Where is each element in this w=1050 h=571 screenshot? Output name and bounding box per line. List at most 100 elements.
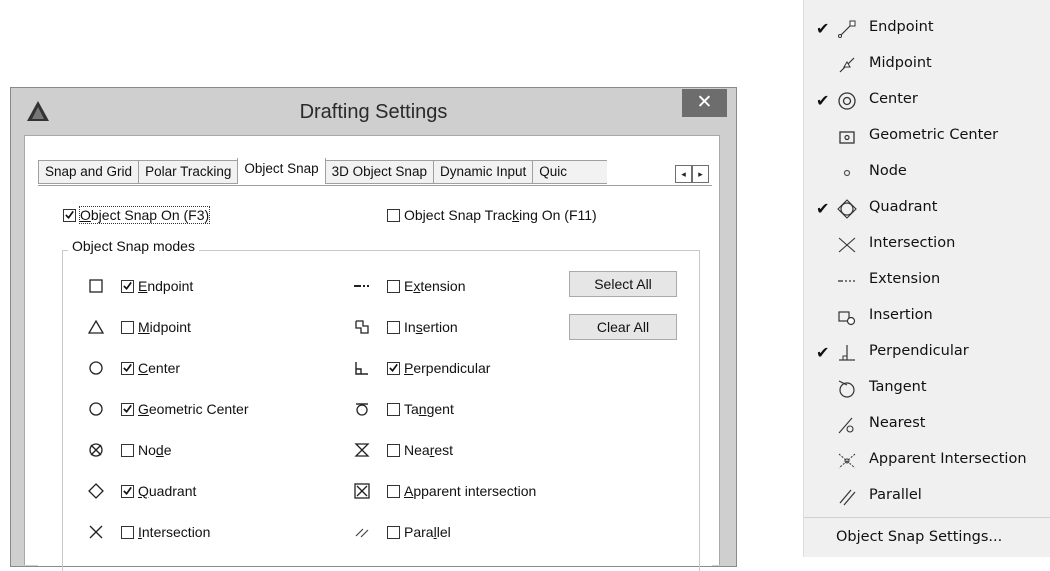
- close-button[interactable]: ✕: [682, 89, 727, 117]
- menu-item-midpoint[interactable]: Midpoint: [804, 47, 1050, 83]
- object-snap-settings-menu-item[interactable]: Object Snap Settings...: [836, 529, 1002, 545]
- tab-quic[interactable]: Quic: [532, 160, 608, 184]
- checkbox[interactable]: [387, 443, 400, 457]
- endpoint-icon: [837, 19, 857, 39]
- checkbox[interactable]: [387, 208, 400, 222]
- quadrant-icon: [837, 199, 857, 219]
- menu-item-endpoint[interactable]: ✔ Endpoint: [804, 11, 1050, 47]
- checkbox-label: Object Snap On (F3): [78, 206, 211, 224]
- checkbox-label: Insertion: [404, 319, 458, 335]
- checkbox-label: Nearest: [404, 442, 454, 458]
- menu-item-nearest[interactable]: Nearest: [804, 407, 1050, 443]
- checkbox[interactable]: [387, 484, 400, 498]
- object-snap-tracking-checkbox[interactable]: Object Snap Tracking On (F11): [387, 207, 597, 223]
- menu-item-label: Parallel: [869, 487, 922, 503]
- menu-item-label: Perpendicular: [869, 343, 969, 359]
- tab-scroll-right-button[interactable]: ▸: [692, 165, 709, 183]
- checkbox-label: Midpoint: [138, 319, 191, 335]
- checkbox-label: Endpoint: [138, 278, 194, 294]
- checkbox[interactable]: [387, 279, 400, 293]
- tab-3d-object-snap[interactable]: 3D Object Snap: [325, 160, 433, 184]
- midpoint-icon: [837, 55, 857, 75]
- title-bar[interactable]: Drafting Settings ✕: [11, 88, 736, 134]
- checkbox[interactable]: [387, 361, 400, 375]
- checkbox-label: Object Snap Tracking On (F11): [404, 207, 597, 223]
- menu-item-parallel[interactable]: Parallel: [804, 479, 1050, 515]
- tab-polar-tracking[interactable]: Polar Tracking: [138, 160, 238, 184]
- intersection-icon: [837, 235, 857, 255]
- checkbox[interactable]: [387, 525, 400, 539]
- checkbox[interactable]: [121, 443, 134, 457]
- snap-mode-endpoint-checkbox[interactable]: Endpoint: [121, 278, 193, 294]
- tab-object-snap[interactable]: Object Snap: [237, 158, 326, 184]
- dialog-title: Drafting Settings: [299, 101, 448, 123]
- snap-mode-intersection-checkbox[interactable]: Intersection: [121, 524, 210, 540]
- snap-mode-nearest-checkbox[interactable]: Nearest: [387, 442, 453, 458]
- tab-strip: Snap and Grid Polar Tracking Object Snap 3D…: [38, 158, 690, 188]
- menu-item-label: Midpoint: [869, 55, 932, 71]
- snap-mode-extension-checkbox[interactable]: Extension: [387, 278, 466, 294]
- menu-item-label: Nearest: [869, 415, 926, 431]
- checkmark-icon: ✔: [816, 19, 830, 38]
- menu-item-insertion[interactable]: Insertion: [804, 299, 1050, 335]
- menu-item-quadrant[interactable]: ✔ Quadrant: [804, 191, 1050, 227]
- x-icon: [87, 523, 105, 541]
- tab-dynamic-input[interactable]: Dynamic Input: [432, 160, 533, 184]
- node-icon: [837, 163, 857, 183]
- menu-item-geometric-center[interactable]: Geometric Center: [804, 119, 1050, 155]
- checkbox[interactable]: [121, 402, 134, 416]
- insertion-icon: [837, 307, 857, 327]
- clear-all-button[interactable]: Clear All: [569, 314, 677, 340]
- group-title: Object Snap modes: [68, 238, 199, 254]
- menu-item-center[interactable]: ✔ Center: [804, 83, 1050, 119]
- checkmark-icon: ✔: [816, 343, 830, 362]
- menu-item-perpendicular[interactable]: ✔ Perpendicular: [804, 335, 1050, 371]
- checkbox[interactable]: [121, 279, 134, 293]
- parallel-icon: [837, 487, 857, 507]
- snap-mode-midpoint-checkbox[interactable]: Midpoint: [121, 319, 191, 335]
- apparent-intersection-icon: [837, 451, 857, 471]
- select-all-button[interactable]: Select All: [569, 271, 677, 297]
- menu-item-label: Extension: [869, 271, 941, 287]
- checkbox[interactable]: [121, 320, 134, 334]
- nearest-icon: [837, 415, 857, 435]
- snap-mode-quadrant-checkbox[interactable]: Quadrant: [121, 483, 196, 499]
- node-icon: [87, 441, 105, 459]
- square-icon: [87, 277, 105, 295]
- menu-separator: [804, 517, 1050, 518]
- menu-item-node[interactable]: Node: [804, 155, 1050, 191]
- checkbox[interactable]: [387, 320, 400, 334]
- snap-mode-parallel-checkbox[interactable]: Parallel: [387, 524, 451, 540]
- checkbox-label: Tangent: [404, 401, 454, 417]
- checkbox-label: Apparent intersection: [404, 483, 537, 499]
- snap-mode-apparent-intersection-checkbox[interactable]: Apparent intersection: [387, 483, 536, 499]
- snap-mode-tangent-checkbox[interactable]: Tangent: [387, 401, 454, 417]
- object-snap-context-menu: Object Snap Settings... ✔ Endpoint Midpoin…: [803, 0, 1050, 557]
- menu-item-label: Insertion: [869, 307, 933, 323]
- menu-item-tangent[interactable]: Tangent: [804, 371, 1050, 407]
- checkbox[interactable]: [387, 402, 400, 416]
- menu-item-extension[interactable]: Extension: [804, 263, 1050, 299]
- center-icon: [837, 91, 857, 111]
- snap-mode-node-checkbox[interactable]: Node: [121, 442, 172, 458]
- checkbox-label: Geometric Center: [138, 401, 249, 417]
- checkbox-label: Center: [138, 360, 181, 376]
- menu-item-apparent-intersection[interactable]: Apparent Intersection: [804, 443, 1050, 479]
- object-snap-on-checkbox[interactable]: Object Snap On (F3): [63, 206, 211, 224]
- geometric-center-icon: [837, 127, 857, 147]
- checkmark-icon: ✔: [816, 199, 830, 218]
- menu-item-intersection[interactable]: Intersection: [804, 227, 1050, 263]
- checkbox[interactable]: [121, 361, 134, 375]
- checkbox[interactable]: [121, 525, 134, 539]
- snap-mode-center-checkbox[interactable]: Center: [121, 360, 180, 376]
- tab-scroll-left-button[interactable]: ◂: [675, 165, 692, 183]
- checkbox-label: Extension: [404, 278, 466, 294]
- snap-mode-insertion-checkbox[interactable]: Insertion: [387, 319, 458, 335]
- tab-snap-and-grid[interactable]: Snap and Grid: [38, 160, 139, 184]
- snap-mode-geometric-center-checkbox[interactable]: Geometric Center: [121, 401, 248, 417]
- snap-mode-perpendicular-checkbox[interactable]: Perpendicular: [387, 360, 490, 376]
- menu-item-label: Geometric Center: [869, 127, 999, 143]
- checkbox[interactable]: [63, 208, 76, 222]
- checkbox[interactable]: [121, 484, 134, 498]
- menu-item-label: Tangent: [869, 379, 927, 395]
